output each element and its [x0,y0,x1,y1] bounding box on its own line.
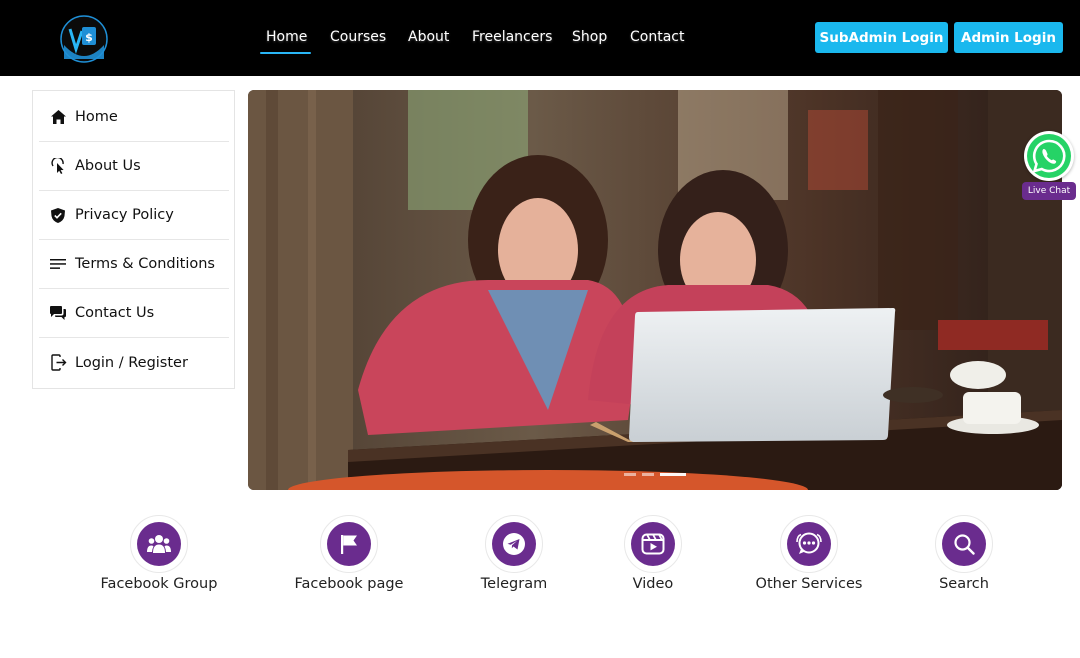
carousel-dot-2[interactable] [642,473,654,476]
sidebar-item-contact[interactable]: Contact Us [39,289,229,338]
service-label: Telegram [480,576,548,592]
service-facebook-group[interactable]: Facebook Group [98,515,220,592]
carousel-dot-1[interactable] [624,473,636,476]
nav-courses[interactable]: Courses [330,29,386,45]
service-label: Facebook Group [100,576,218,592]
service-label: Other Services [755,576,863,592]
nav-about[interactable]: About [408,29,449,45]
support-chat-icon [787,522,831,566]
nav-home[interactable]: Home [266,29,307,45]
service-icon-ring [130,515,188,573]
login-icon [49,354,67,372]
sidebar-item-home[interactable]: Home [39,93,229,142]
service-icon-ring [780,515,838,573]
service-label: Video [632,576,674,592]
sidebar-item-label: Terms & Conditions [75,256,215,272]
lines-icon [49,255,67,273]
sidebar-item-label: About Us [75,158,141,174]
sidebar-menu: Home About Us Privacy Policy Terms & Con… [32,90,235,389]
admin-login-button[interactable]: Admin Login [954,22,1063,53]
top-header: $ Home Courses About Freelancers Shop Co… [0,0,1080,76]
chat-icon [49,304,67,322]
active-nav-indicator [260,52,311,54]
service-label: Search [939,576,989,592]
subadmin-login-button[interactable]: SubAdmin Login [815,22,948,53]
sidebar-item-label: Login / Register [75,354,188,371]
service-icon-ring [935,515,993,573]
telegram-icon [492,522,536,566]
sidebar-item-label: Home [75,109,118,125]
live-chat-badge: Live Chat [1022,182,1076,200]
service-label: Facebook page [294,576,404,592]
service-video[interactable]: Video [622,515,684,592]
sidebar-item-about[interactable]: About Us [39,142,229,191]
search-icon [942,522,986,566]
svg-text:$: $ [85,31,93,44]
nav-shop[interactable]: Shop [572,29,607,45]
whatsapp-icon [1024,131,1074,181]
site-logo[interactable]: $ [60,15,108,63]
hero-carousel-image[interactable] [248,90,1062,490]
home-icon [49,108,67,126]
sidebar-item-label: Privacy Policy [75,207,174,223]
service-other-services[interactable]: Other Services [754,515,864,592]
nav-freelancers[interactable]: Freelancers [472,29,552,45]
sidebar-item-login[interactable]: Login / Register [39,338,229,387]
service-icon-ring [624,515,682,573]
flag-icon [327,522,371,566]
service-icon-ring [320,515,378,573]
carousel-dot-3[interactable] [660,473,686,476]
service-facebook-page[interactable]: Facebook page [290,515,408,592]
sidebar-item-terms[interactable]: Terms & Conditions [39,240,229,289]
service-telegram[interactable]: Telegram [478,515,550,592]
whatsapp-live-chat[interactable]: Live Chat [1022,131,1076,203]
sidebar-item-label: Contact Us [75,305,155,321]
video-icon [631,522,675,566]
pointer-icon [49,157,67,175]
sidebar-item-privacy[interactable]: Privacy Policy [39,191,229,240]
shield-icon [49,206,67,224]
group-icon [137,522,181,566]
nav-contact[interactable]: Contact [630,29,684,45]
service-icon-ring [485,515,543,573]
service-search[interactable]: Search [932,515,996,592]
